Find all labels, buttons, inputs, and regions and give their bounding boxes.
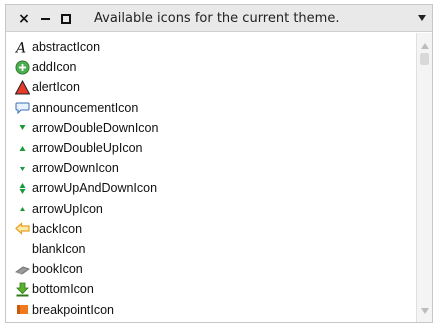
list-item-label: arrowDoubleUpIcon — [32, 141, 143, 156]
close-button[interactable]: × — [16, 5, 32, 32]
list-item-label: bottomIcon — [32, 282, 94, 297]
add-icon — [15, 60, 30, 75]
vertical-scrollbar[interactable] — [416, 33, 432, 322]
minimize-icon — [40, 17, 50, 20]
maximize-icon — [61, 13, 71, 24]
list-item[interactable]: arrowUpIcon — [15, 199, 416, 219]
icons-window: × Available icons for the current theme.… — [5, 4, 433, 323]
list-item-label: bookIcon — [32, 262, 83, 277]
list-item-label: arrowDoubleDownIcon — [32, 120, 159, 135]
list-item[interactable]: backIcon — [15, 219, 416, 239]
arrow-down-icon — [15, 161, 30, 176]
arrow-up-and-down-icon — [15, 181, 30, 196]
list-item-label: alertIcon — [32, 80, 80, 95]
icon-list[interactable]: A abstractIcon addIcon alertIcon announc… — [6, 33, 416, 322]
arrow-up-icon — [15, 201, 30, 216]
arrow-double-down-icon — [15, 120, 30, 135]
scroll-down-icon[interactable] — [421, 308, 429, 314]
list-item[interactable]: bookIcon — [15, 259, 416, 279]
window-menu-icon[interactable] — [418, 15, 426, 21]
list-item-label: breakpointIcon — [32, 302, 115, 317]
list-item[interactable]: A abstractIcon — [15, 37, 416, 57]
window-title: Available icons for the current theme. — [94, 11, 340, 26]
svg-text:A: A — [15, 40, 26, 55]
arrow-double-up-icon — [15, 141, 30, 156]
bottom-icon — [15, 282, 30, 297]
title-bar: × Available icons for the current theme. — [6, 5, 432, 32]
list-item[interactable]: arrowDownIcon — [15, 158, 416, 178]
maximize-button[interactable] — [58, 5, 74, 32]
announcement-icon — [15, 100, 30, 115]
close-icon: × — [18, 10, 30, 27]
list-item[interactable]: bottomIcon — [15, 279, 416, 299]
list-item-label: backIcon — [32, 221, 83, 236]
abstract-icon: A — [15, 40, 30, 55]
list-item-label: arrowDownIcon — [32, 161, 119, 176]
breakpoint-icon — [15, 302, 30, 317]
list-item-label: arrowUpIcon — [32, 201, 103, 216]
minimize-button[interactable] — [37, 5, 53, 32]
back-icon — [15, 221, 30, 236]
list-item-label: addIcon — [32, 60, 77, 75]
blank-icon — [15, 241, 30, 256]
list-item[interactable]: addIcon — [15, 57, 416, 77]
list-item-label: arrowUpAndDownIcon — [32, 181, 158, 196]
list-item[interactable]: breakpointIcon — [15, 299, 416, 319]
list-item[interactable]: arrowDoubleDownIcon — [15, 118, 416, 138]
alert-icon — [15, 79, 30, 95]
scroll-up-icon[interactable] — [421, 43, 429, 49]
list-item-label: announcementIcon — [32, 100, 139, 115]
list-item-label: blankIcon — [32, 241, 86, 256]
list-item[interactable]: blankIcon — [15, 239, 416, 259]
list-item[interactable]: announcementIcon — [15, 98, 416, 118]
list-item[interactable]: arrowDoubleUpIcon — [15, 138, 416, 158]
book-icon — [15, 262, 30, 277]
list-item[interactable]: alertIcon — [15, 77, 416, 97]
list-item[interactable]: arrowUpAndDownIcon — [15, 178, 416, 198]
list-item-label: abstractIcon — [32, 40, 101, 55]
scrollbar-thumb[interactable] — [420, 53, 429, 65]
